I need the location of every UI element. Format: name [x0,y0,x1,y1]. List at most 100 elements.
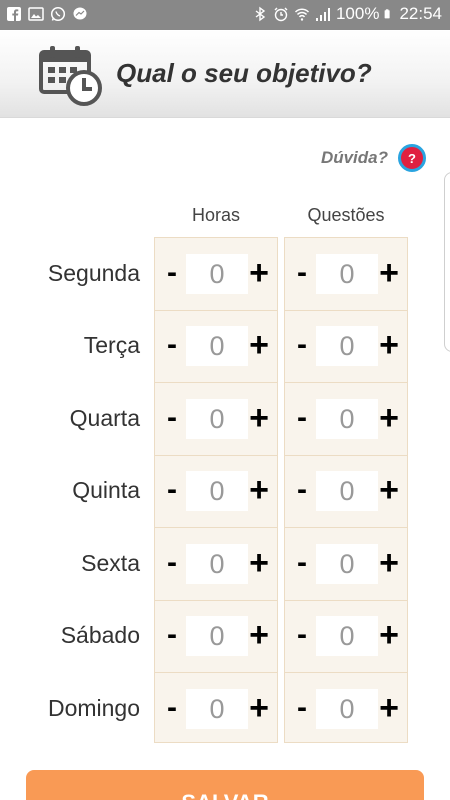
divider [154,382,278,383]
questoes-value[interactable]: 0 [316,254,378,294]
questoes-minus-button[interactable]: - [294,401,310,435]
questoes-value[interactable]: 0 [316,399,378,439]
day-row: Segunda - 0 + - 0 + [0,238,450,310]
questoes-minus-button[interactable]: - [294,256,310,290]
horas-minus-button[interactable]: - [164,618,180,652]
questoes-minus-button[interactable]: - [294,618,310,652]
horas-value[interactable]: 0 [186,254,248,294]
divider [154,672,278,673]
help-area[interactable]: Dúvida? ? [321,144,426,172]
horas-value[interactable]: 0 [186,616,248,656]
horas-plus-button[interactable]: + [246,399,272,438]
horas-minus-button[interactable]: - [164,401,180,435]
column-header-questoes: Questões [307,205,385,225]
divider [154,310,278,311]
horas-minus-button[interactable]: - [164,546,180,580]
bluetooth-icon [255,6,266,22]
questoes-plus-button[interactable]: + [376,471,402,510]
divider [284,672,408,673]
day-label: Sexta [81,550,140,576]
questoes-minus-button[interactable]: - [294,473,310,507]
whatsapp-icon [50,6,66,22]
questoes-stepper: - 0 + [284,687,408,731]
horas-plus-button[interactable]: + [246,616,272,655]
horas-minus-button[interactable]: - [164,328,180,362]
horas-value[interactable]: 0 [186,326,248,366]
signal-icon [315,8,330,21]
questoes-minus-button[interactable]: - [294,691,310,725]
battery-icon [385,9,391,19]
day-label: Segunda [47,260,140,286]
horas-stepper: - 0 + [154,614,278,658]
horas-plus-button[interactable]: + [246,326,272,365]
questoes-stepper: - 0 + [284,542,408,586]
facebook-icon [7,7,21,21]
day-label: Terça [83,332,140,358]
questoes-plus-button[interactable]: + [376,399,402,438]
horas-stepper: - 0 + [154,542,278,586]
horas-plus-button[interactable]: + [246,689,272,728]
day-label: Sábado [60,622,140,648]
wifi-icon [294,8,310,21]
horas-stepper: - 0 + [154,324,278,368]
help-label[interactable]: Dúvida? [321,148,388,168]
divider [154,600,278,601]
questoes-plus-button[interactable]: + [376,326,402,365]
questoes-value[interactable]: 0 [316,689,378,729]
divider [284,310,408,311]
horas-stepper: - 0 + [154,252,278,296]
clock: 22:54 [399,4,442,23]
horas-value[interactable]: 0 [186,689,248,729]
gallery-icon [28,7,44,21]
questoes-plus-button[interactable]: + [376,544,402,583]
day-label: Domingo [47,695,140,721]
day-row: Terça - 0 + - 0 + [0,310,450,382]
horas-minus-button[interactable]: - [164,473,180,507]
messenger-icon [73,7,87,20]
divider [284,527,408,528]
questoes-value[interactable]: 0 [316,471,378,511]
save-button[interactable]: SALVAR [26,770,424,800]
questoes-plus-button[interactable]: + [376,689,402,728]
day-label: Quinta [72,477,140,503]
questoes-value[interactable]: 0 [316,326,378,366]
questoes-minus-button[interactable]: - [294,546,310,580]
horas-plus-button[interactable]: + [246,254,272,293]
horas-plus-button[interactable]: + [246,471,272,510]
horas-minus-button[interactable]: - [164,691,180,725]
divider [154,455,278,456]
questoes-stepper: - 0 + [284,469,408,513]
horas-plus-button[interactable]: + [246,544,272,583]
questoes-stepper: - 0 + [284,397,408,441]
divider [284,455,408,456]
questoes-minus-button[interactable]: - [294,328,310,362]
questoes-stepper: - 0 + [284,614,408,658]
horas-value[interactable]: 0 [186,544,248,584]
day-row: Quinta - 0 + - 0 + [0,455,450,527]
horas-stepper: - 0 + [154,469,278,513]
battery-percentage: 100% [335,4,380,23]
day-row: Domingo - 0 + - 0 + [0,673,450,745]
notification-icons [6,6,88,22]
questoes-value[interactable]: 0 [316,616,378,656]
horas-minus-button[interactable]: - [164,256,180,290]
system-icons: 100% 22:54 [252,4,442,24]
side-panel-handle[interactable] [444,172,450,352]
questoes-value[interactable]: 0 [316,544,378,584]
questoes-plus-button[interactable]: + [376,254,402,293]
divider [154,527,278,528]
horas-value[interactable]: 0 [186,471,248,511]
page-title: Qual o seu objetivo? [116,58,372,88]
questoes-stepper: - 0 + [284,252,408,296]
calendar-clock-icon [39,46,102,106]
day-label: Quarta [69,405,140,431]
app-header: Qual o seu objetivo? [0,30,450,118]
horas-stepper: - 0 + [154,687,278,731]
day-row: Sábado - 0 + - 0 + [0,600,450,672]
divider [284,600,408,601]
help-icon[interactable]: ? [398,144,426,172]
horas-value[interactable]: 0 [186,399,248,439]
status-bar: 100% 22:54 [0,0,450,30]
questoes-plus-button[interactable]: + [376,616,402,655]
divider [284,382,408,383]
